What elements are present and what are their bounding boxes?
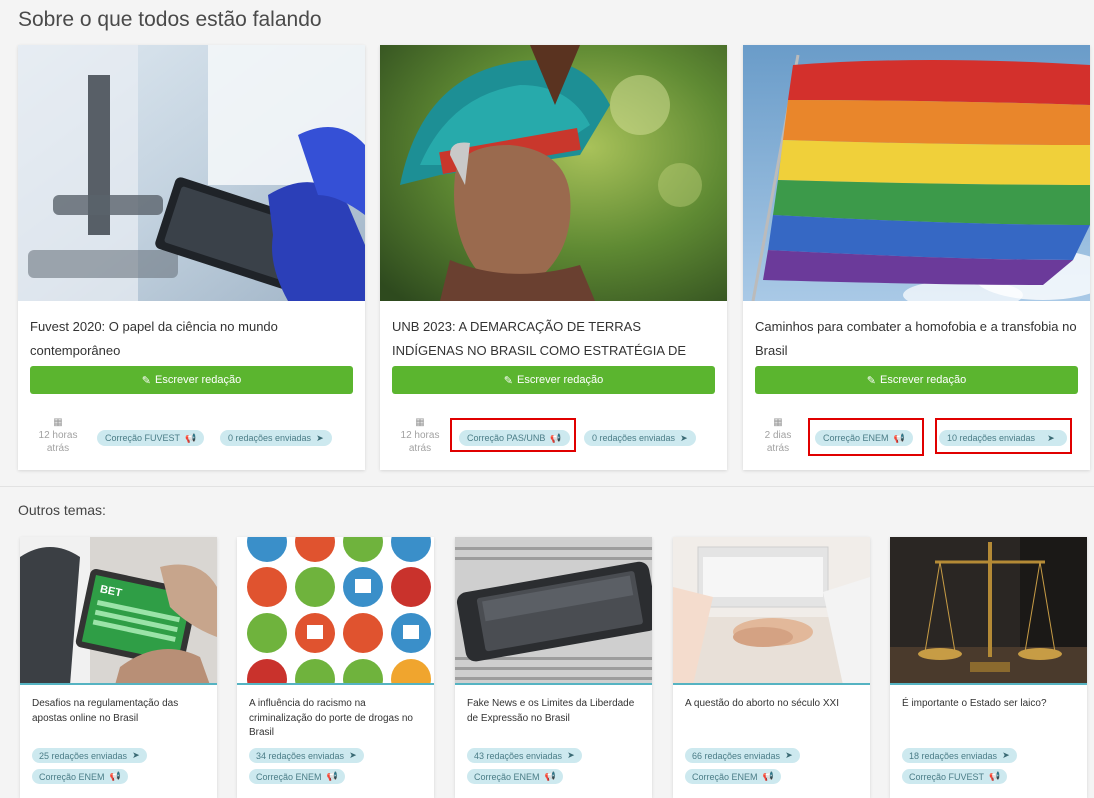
write-essay-button[interactable]: ✎ Escrever redação xyxy=(755,366,1078,394)
pencil-icon: ✎ xyxy=(503,374,513,387)
science-lab-image xyxy=(18,45,365,301)
card-title[interactable]: Caminhos para combater a homofobia e a t… xyxy=(755,315,1078,363)
calendar-icon: ▦ xyxy=(773,417,783,428)
time-line-1: 12 horas xyxy=(38,430,78,441)
sent-count-label: 0 redações enviadas xyxy=(592,433,676,443)
featured-card-unb[interactable]: UNB 2023: A DEMARCAÇÃO DE TERRAS INDÍGEN… xyxy=(380,45,727,470)
theme-card-abortion[interactable]: A questão do aborto no século XXI 66 red… xyxy=(673,537,870,798)
timestamp: ▦ 12 horas atrás xyxy=(395,417,445,455)
rainbow-flag-image xyxy=(743,45,1090,301)
write-essay-label: Escrever redação xyxy=(880,374,967,386)
correction-label: Correção ENEM xyxy=(256,771,322,782)
sent-count-label: 0 redações enviadas xyxy=(228,433,312,443)
card-title[interactable]: A influência do racismo na criminalizaçã… xyxy=(249,697,426,741)
card-title[interactable]: Fuvest 2020: O papel da ciência no mundo… xyxy=(30,315,353,363)
correction-label: Correção FUVEST xyxy=(909,771,985,782)
timestamp: ▦ 12 horas atrás xyxy=(33,417,83,455)
sent-count-badge[interactable]: 34 redações enviadas ➤ xyxy=(249,748,364,763)
correction-badge[interactable]: Correção ENEM 📢 xyxy=(467,769,563,784)
card-title[interactable]: Fake News e os Limites da Liberdade de E… xyxy=(467,697,644,726)
sent-count-label: 25 redações enviadas xyxy=(39,750,128,761)
send-icon: ➤ xyxy=(680,432,688,443)
time-line-2: atrás xyxy=(46,443,70,454)
betting-tablet-image: BET xyxy=(20,537,217,683)
justice-icons-image xyxy=(237,537,434,683)
write-essay-button[interactable]: ✎ Escrever redação xyxy=(30,366,353,394)
time-line-2: atrás xyxy=(766,443,790,454)
send-icon: ➤ xyxy=(567,750,575,760)
send-icon: ➤ xyxy=(785,750,793,760)
phone-newspaper-image xyxy=(455,537,652,683)
correction-label: Correção FUVEST xyxy=(105,433,181,443)
featured-card-fuvest[interactable]: Fuvest 2020: O papel da ciência no mundo… xyxy=(18,45,365,470)
write-essay-button[interactable]: ✎ Escrever redação xyxy=(392,366,715,394)
correction-badge[interactable]: Correção ENEM 📢 xyxy=(32,769,128,784)
indigenous-man-image xyxy=(380,45,727,301)
card-image-hands[interactable] xyxy=(673,537,870,685)
section-divider xyxy=(0,486,1094,487)
timestamp: ▦ 2 dias atrás xyxy=(753,417,803,455)
highlight-box xyxy=(450,418,576,452)
sent-count-badge[interactable]: 66 redações enviadas ➤ xyxy=(685,748,800,763)
card-title[interactable]: É importante o Estado ser laico? xyxy=(902,697,1079,712)
highlight-box xyxy=(935,418,1072,454)
card-image-indigenous[interactable] xyxy=(380,45,727,301)
theme-card-secular-state[interactable]: É importante o Estado ser laico? 18 reda… xyxy=(890,537,1087,798)
megaphone-icon: 📢 xyxy=(762,771,774,781)
card-image-betting[interactable]: BET xyxy=(20,537,217,685)
correction-badge[interactable]: Correção FUVEST 📢 xyxy=(97,430,205,446)
time-line-1: 2 dias xyxy=(764,430,792,441)
card-image-fake-news[interactable] xyxy=(455,537,652,685)
sent-count-badge[interactable]: 0 redações enviadas ➤ xyxy=(584,430,696,446)
sent-count-label: 34 redações enviadas xyxy=(256,750,345,761)
calendar-icon: ▦ xyxy=(415,417,425,428)
theme-card-betting[interactable]: BET Desafios na regulamentação das apost… xyxy=(20,537,217,798)
time-line-2: atrás xyxy=(408,443,432,454)
correction-label: Correção ENEM xyxy=(692,771,758,782)
megaphone-icon: 📢 xyxy=(185,432,197,443)
megaphone-icon: 📢 xyxy=(544,771,556,781)
scales-of-justice-image xyxy=(890,537,1087,683)
time-line-1: 12 horas xyxy=(400,430,440,441)
write-essay-label: Escrever redação xyxy=(155,374,242,386)
card-image-flag[interactable] xyxy=(743,45,1090,301)
sent-count-label: 18 redações enviadas xyxy=(909,750,998,761)
send-icon: ➤ xyxy=(349,750,357,760)
card-image-science[interactable] xyxy=(18,45,365,301)
send-icon: ➤ xyxy=(316,432,324,443)
write-essay-label: Escrever redação xyxy=(517,374,604,386)
pencil-icon: ✎ xyxy=(866,374,876,387)
card-image-scales[interactable] xyxy=(890,537,1087,685)
others-section-title: Outros temas: xyxy=(18,502,106,518)
card-title[interactable]: A questão do aborto no século XXI xyxy=(685,697,862,712)
megaphone-icon: 📢 xyxy=(109,771,121,781)
card-image-justice-icons[interactable] xyxy=(237,537,434,685)
sent-count-badge[interactable]: 25 redações enviadas ➤ xyxy=(32,748,147,763)
featured-card-enem[interactable]: Caminhos para combater a homofobia e a t… xyxy=(743,45,1090,470)
megaphone-icon: 📢 xyxy=(989,771,1001,781)
section-title: Sobre o que todos estão falando xyxy=(18,8,322,31)
sent-count-badge[interactable]: 18 redações enviadas ➤ xyxy=(902,748,1017,763)
send-icon: ➤ xyxy=(1002,750,1010,760)
sent-count-badge[interactable]: 0 redações enviadas ➤ xyxy=(220,430,332,446)
pencil-icon: ✎ xyxy=(141,374,151,387)
correction-badge[interactable]: Correção FUVEST 📢 xyxy=(902,769,1008,784)
correction-label: Correção ENEM xyxy=(39,771,105,782)
holding-hands-image xyxy=(673,537,870,683)
sent-count-label: 66 redações enviadas xyxy=(692,750,781,761)
correction-badge[interactable]: Correção ENEM 📢 xyxy=(249,769,345,784)
theme-card-fake-news[interactable]: Fake News e os Limites da Liberdade de E… xyxy=(455,537,652,798)
calendar-icon: ▦ xyxy=(53,417,63,428)
sent-count-label: 43 redações enviadas xyxy=(474,750,563,761)
send-icon: ➤ xyxy=(132,750,140,760)
highlight-box xyxy=(808,418,924,456)
theme-card-racism[interactable]: A influência do racismo na criminalizaçã… xyxy=(237,537,434,798)
correction-label: Correção ENEM xyxy=(474,771,540,782)
megaphone-icon: 📢 xyxy=(326,771,338,781)
card-title[interactable]: Desafios na regulamentação das apostas o… xyxy=(32,697,209,726)
sent-count-badge[interactable]: 43 redações enviadas ➤ xyxy=(467,748,582,763)
correction-badge[interactable]: Correção ENEM 📢 xyxy=(685,769,781,784)
